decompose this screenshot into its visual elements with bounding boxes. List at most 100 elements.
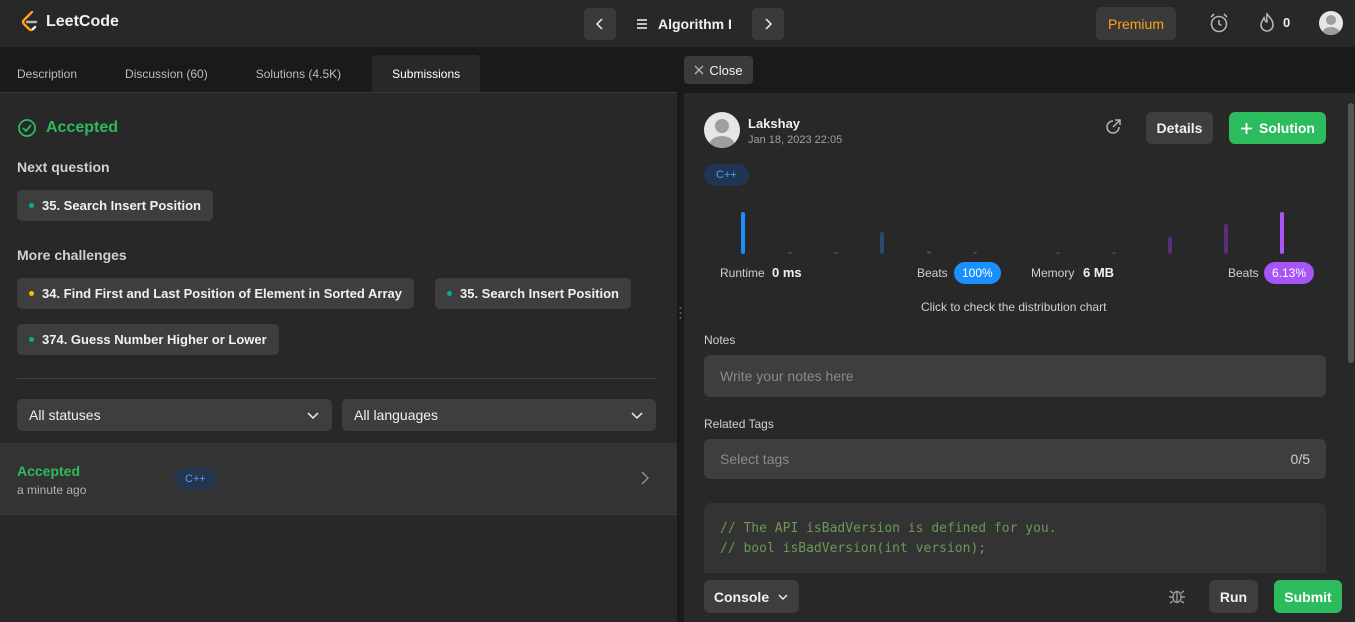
check-circle-icon xyxy=(18,119,36,137)
tab-description[interactable]: Description xyxy=(0,55,94,92)
close-icon xyxy=(694,65,704,75)
status-filter-value: All statuses xyxy=(29,407,101,423)
memory-bar-highlight xyxy=(1280,212,1284,254)
right-panel: Close Lakshay Jan 18, 2023 22:05 Details… xyxy=(684,48,1355,622)
memory-beats-label: Beats xyxy=(1228,266,1259,280)
leetcode-logo[interactable]: LeetCode xyxy=(20,11,119,33)
notes-input[interactable]: Write your notes here xyxy=(704,355,1326,397)
runtime-bar xyxy=(834,252,838,254)
more-challenges-label: More challenges xyxy=(17,247,127,263)
chevron-right-icon xyxy=(765,18,772,30)
top-navbar: LeetCode Algorithm I Premium 0 xyxy=(0,0,1355,48)
distribution-chart[interactable] xyxy=(704,208,1324,254)
runtime-beats-badge: 100% xyxy=(954,262,1001,284)
submitter-avatar-icon xyxy=(704,112,740,148)
submission-time: a minute ago xyxy=(17,483,87,497)
prev-question-button[interactable] xyxy=(584,8,616,40)
challenge-chip[interactable]: 35. Search Insert Position xyxy=(435,278,631,309)
brand-name: LeetCode xyxy=(46,13,119,30)
premium-button[interactable]: Premium xyxy=(1096,7,1176,40)
submitter-name: Lakshay xyxy=(748,116,801,131)
scrollbar-thumb[interactable] xyxy=(1348,103,1354,363)
tags-select[interactable]: Select tags 0/5 xyxy=(704,439,1326,479)
runtime-beats-label: Beats xyxy=(917,266,948,280)
submission-row[interactable]: Accepted a minute ago C++ xyxy=(0,443,677,515)
notes-label: Notes xyxy=(704,333,736,347)
user-avatar-icon[interactable] xyxy=(1319,11,1343,35)
challenge-chip[interactable]: 374. Guess Number Higher or Lower xyxy=(17,324,279,355)
solution-button[interactable]: Solution xyxy=(1229,112,1326,144)
notes-placeholder: Write your notes here xyxy=(720,368,854,384)
streak-fire-icon[interactable] xyxy=(1257,12,1277,39)
problem-list-button[interactable]: Algorithm I xyxy=(624,8,744,40)
problem-list-title: Algorithm I xyxy=(658,16,732,32)
memory-label: Memory xyxy=(1031,266,1075,280)
console-button[interactable]: Console xyxy=(704,580,799,613)
details-button[interactable]: Details xyxy=(1146,112,1213,144)
divider xyxy=(17,378,657,379)
code-line: // The API isBadVersion is defined for y… xyxy=(720,521,1057,536)
memory-bar xyxy=(1224,224,1228,254)
leetcode-logo-icon xyxy=(21,11,38,32)
memory-beats-badge: 6.13% xyxy=(1264,262,1315,284)
submit-button[interactable]: Submit xyxy=(1274,580,1342,613)
streak-count: 0 xyxy=(1283,15,1291,30)
memory-bar xyxy=(1112,252,1116,254)
language-filter-value: All languages xyxy=(354,407,439,423)
plus-icon xyxy=(1241,122,1252,134)
alarm-clock-icon[interactable] xyxy=(1208,12,1230,39)
memory-bar xyxy=(1168,237,1172,254)
distribution-chart-link[interactable]: Click to check the distribution chart xyxy=(921,300,1106,314)
runtime-bar xyxy=(927,251,931,254)
run-button[interactable]: Run xyxy=(1209,580,1258,613)
debug-bug-icon[interactable] xyxy=(1168,587,1186,610)
runtime-bar xyxy=(880,232,884,254)
tab-discussion[interactable]: Discussion (60) xyxy=(108,55,225,92)
difficulty-dot-icon xyxy=(447,291,452,296)
submission-language-badge: C++ xyxy=(173,468,218,490)
close-label: Close xyxy=(709,62,743,78)
chip-label: 34. Find First and Last Position of Elem… xyxy=(42,286,402,301)
runtime-bar xyxy=(973,252,977,254)
right-panel-scrollbar[interactable] xyxy=(1347,93,1355,573)
editor-action-bar: Console Run Submit xyxy=(684,573,1355,622)
language-filter-dropdown[interactable]: All languages xyxy=(342,399,656,431)
list-icon xyxy=(637,19,647,29)
runtime-bar-highlight xyxy=(741,212,745,254)
next-question-button[interactable] xyxy=(751,8,784,40)
chip-label: 374. Guess Number Higher or Lower xyxy=(42,332,267,347)
code-viewer[interactable]: // The API isBadVersion is defined for y… xyxy=(704,503,1326,573)
next-question-label: Next question xyxy=(17,159,110,175)
chevron-down-icon xyxy=(778,594,788,600)
close-button[interactable]: Close xyxy=(684,56,753,84)
memory-value: 6 MB xyxy=(1083,265,1115,280)
submission-status: Accepted xyxy=(17,463,81,479)
related-tags-label: Related Tags xyxy=(704,417,774,431)
status-filter-dropdown[interactable]: All statuses xyxy=(17,399,332,431)
runtime-bar xyxy=(788,252,792,254)
challenge-chip[interactable]: 34. Find First and Last Position of Elem… xyxy=(17,278,414,309)
panel-resize-handle[interactable] xyxy=(677,48,684,622)
difficulty-dot-icon xyxy=(29,337,34,342)
difficulty-dot-icon xyxy=(29,291,34,296)
problem-navigation: Algorithm I xyxy=(584,8,784,40)
code-line: // bool isBadVersion(int version); xyxy=(720,541,987,556)
console-label: Console xyxy=(713,588,770,605)
tab-submissions[interactable]: Submissions xyxy=(372,55,481,92)
left-panel: Description Discussion (60) Solutions (4… xyxy=(0,48,677,622)
tags-count: 0/5 xyxy=(1290,451,1310,467)
submission-date: Jan 18, 2023 22:05 xyxy=(748,134,843,146)
chip-label: 35. Search Insert Position xyxy=(460,286,619,301)
share-icon[interactable] xyxy=(1104,118,1122,141)
tab-solutions[interactable]: Solutions (4.5K) xyxy=(239,55,358,92)
runtime-value: 0 ms xyxy=(772,265,802,280)
solution-label: Solution xyxy=(1259,120,1315,136)
right-panel-header: Close xyxy=(684,48,1355,93)
chevron-left-icon xyxy=(595,18,603,30)
tags-placeholder: Select tags xyxy=(720,451,790,467)
runtime-label: Runtime xyxy=(720,266,765,280)
problem-tabs: Description Discussion (60) Solutions (4… xyxy=(0,48,677,93)
language-badge: C++ xyxy=(704,164,749,186)
next-question-chip[interactable]: 35. Search Insert Position xyxy=(17,190,213,221)
chevron-down-icon xyxy=(307,412,319,420)
